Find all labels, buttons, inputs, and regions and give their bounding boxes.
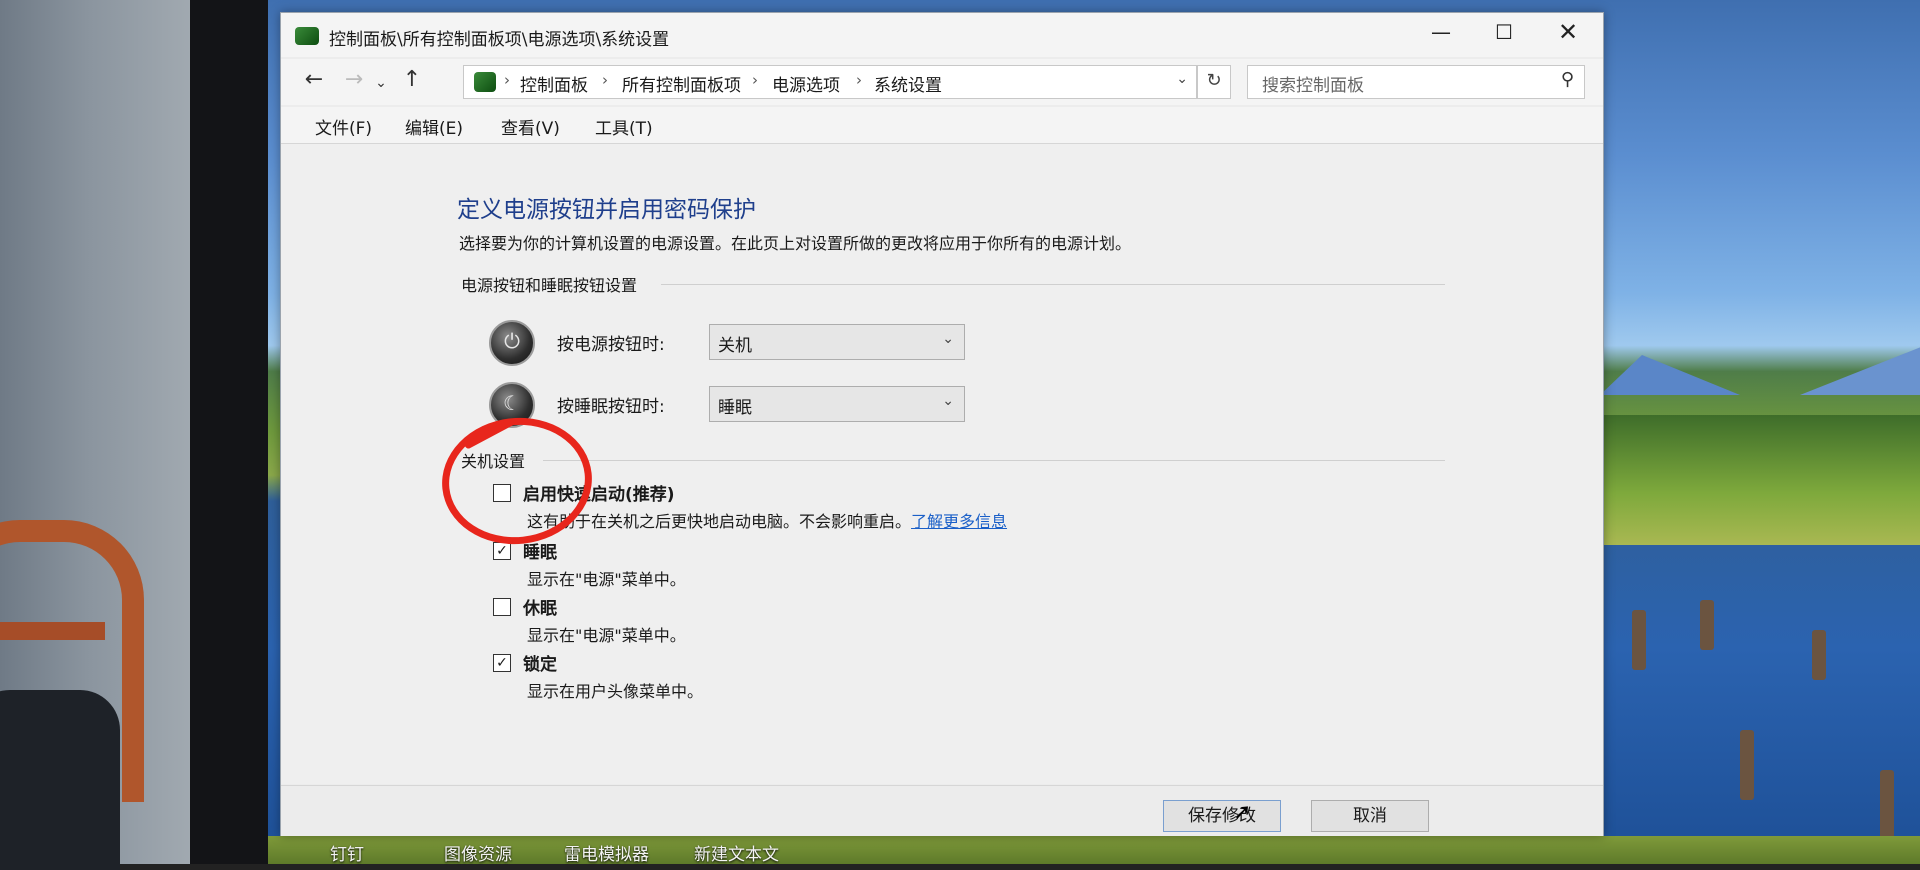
search-input[interactable]: 搜索控制面板 ⚲ <box>1247 65 1585 99</box>
wallpaper-stump <box>1632 610 1646 670</box>
breadcrumb-separator[interactable]: › <box>856 71 862 89</box>
desktop-icon-label[interactable]: 雷电模拟器 <box>564 840 649 865</box>
power-button-icon: ⏻ <box>489 320 535 366</box>
forward-arrow-icon[interactable]: → <box>339 67 369 92</box>
desktop-icon-strip <box>268 836 1920 864</box>
mouse-cursor-icon: ➚ <box>1233 800 1252 825</box>
power-button-select[interactable]: 关机 ⌄ <box>709 324 965 360</box>
wallpaper-stump <box>1812 630 1826 680</box>
window-title: 控制面板\所有控制面板项\电源选项\系统设置 <box>329 30 670 50</box>
lock-option-label[interactable]: 锁定 <box>523 650 557 675</box>
section-divider <box>661 284 1445 285</box>
address-dropdown-icon[interactable]: ⌄ <box>1176 71 1188 87</box>
section-heading-buttons: 电源按钮和睡眠按钮设置 <box>461 276 638 295</box>
chevron-down-icon: ⌄ <box>942 393 954 409</box>
close-button[interactable]: ✕ <box>1538 13 1598 53</box>
breadcrumb-all-items[interactable]: 所有控制面板项 <box>622 71 741 96</box>
chair-seat <box>0 690 120 870</box>
lock-checkbox[interactable]: ✓ <box>493 654 511 672</box>
address-bar[interactable]: › 控制面板 › 所有控制面板项 › 电源选项 › 系统设置 ⌄ <box>463 65 1197 99</box>
fast-startup-desc-text: 这有助于在关机之后更快地启动电脑。不会影响重启。 <box>527 512 912 531</box>
maximize-button[interactable]: ☐ <box>1474 13 1534 53</box>
learn-more-link[interactable]: 了解更多信息 <box>911 512 1007 531</box>
section-divider <box>543 460 1445 461</box>
menu-bar: 文件(F) 编辑(E) 查看(V) 工具(T) <box>281 107 1603 144</box>
control-panel-window: 控制面板\所有控制面板项\电源选项\系统设置 — ☐ ✕ ← → ⌄ ↑ › 控… <box>280 12 1604 836</box>
page-description: 选择要为你的计算机设置的电源设置。在此页上对设置所做的更改将应用于你所有的电源计… <box>459 234 1132 253</box>
desktop-icon-label[interactable]: 钉钉 <box>330 840 364 865</box>
sleep-button-value: 睡眠 <box>718 398 752 418</box>
sleep-button-select[interactable]: 睡眠 ⌄ <box>709 386 965 422</box>
cancel-button[interactable]: 取消 <box>1311 800 1429 832</box>
navigation-bar: ← → ⌄ ↑ › 控制面板 › 所有控制面板项 › 电源选项 › 系统设置 ⌄… <box>281 59 1603 105</box>
menu-edit[interactable]: 编辑(E) <box>405 114 463 139</box>
menu-view[interactable]: 查看(V) <box>501 114 560 139</box>
refresh-button[interactable]: ↻ <box>1197 65 1231 99</box>
control-panel-icon <box>295 27 319 45</box>
desktop-icon-label[interactable]: 新建文本文 <box>694 840 779 865</box>
sleep-button-label: 按睡眠按钮时: <box>557 397 665 417</box>
desktop-icon-label[interactable]: 图像资源 <box>444 840 512 865</box>
sleep-checkbox[interactable]: ✓ <box>493 542 511 560</box>
fast-startup-description: 这有助于在关机之后更快地启动电脑。不会影响重启。了解更多信息 <box>527 508 1007 532</box>
wallpaper-grass <box>1600 415 1920 545</box>
monitor-bezel <box>190 0 280 864</box>
breadcrumb-separator[interactable]: › <box>504 71 510 89</box>
wallpaper-stump <box>1740 730 1754 800</box>
search-icon[interactable]: ⚲ <box>1561 69 1574 90</box>
hibernate-option-description: 显示在"电源"菜单中。 <box>527 626 686 645</box>
up-arrow-icon[interactable]: ↑ <box>397 67 427 92</box>
power-button-label: 按电源按钮时: <box>557 335 665 355</box>
save-changes-button[interactable]: 保存修改 <box>1163 800 1281 832</box>
breadcrumb-control-panel[interactable]: 控制面板 <box>520 71 588 96</box>
chair-rail <box>0 622 105 640</box>
search-placeholder: 搜索控制面板 <box>1262 76 1364 96</box>
hibernate-option-label[interactable]: 休眠 <box>523 594 557 619</box>
hibernate-checkbox[interactable] <box>493 598 511 616</box>
breadcrumb-power-options[interactable]: 电源选项 <box>772 71 840 96</box>
control-panel-icon <box>474 72 496 92</box>
page-title: 定义电源按钮并启用密码保护 <box>457 197 756 223</box>
lock-option-description: 显示在用户头像菜单中。 <box>527 682 704 701</box>
breadcrumb-separator[interactable]: › <box>602 71 608 89</box>
recent-locations-icon[interactable]: ⌄ <box>371 75 391 91</box>
menu-tools[interactable]: 工具(T) <box>595 114 653 139</box>
back-arrow-icon[interactable]: ← <box>299 67 329 92</box>
chevron-down-icon: ⌄ <box>942 331 954 347</box>
dialog-footer: 保存修改 取消 ➚ <box>281 785 1603 836</box>
title-bar[interactable]: 控制面板\所有控制面板项\电源选项\系统设置 — ☐ ✕ <box>281 13 1603 57</box>
menu-file[interactable]: 文件(F) <box>315 114 372 139</box>
power-button-value: 关机 <box>718 336 752 356</box>
breadcrumb-separator[interactable]: › <box>752 71 758 89</box>
sleep-option-description: 显示在"电源"菜单中。 <box>527 570 686 589</box>
minimize-button[interactable]: — <box>1411 13 1471 53</box>
breadcrumb-system-settings[interactable]: 系统设置 <box>874 71 942 96</box>
wallpaper-stump <box>1700 600 1714 650</box>
